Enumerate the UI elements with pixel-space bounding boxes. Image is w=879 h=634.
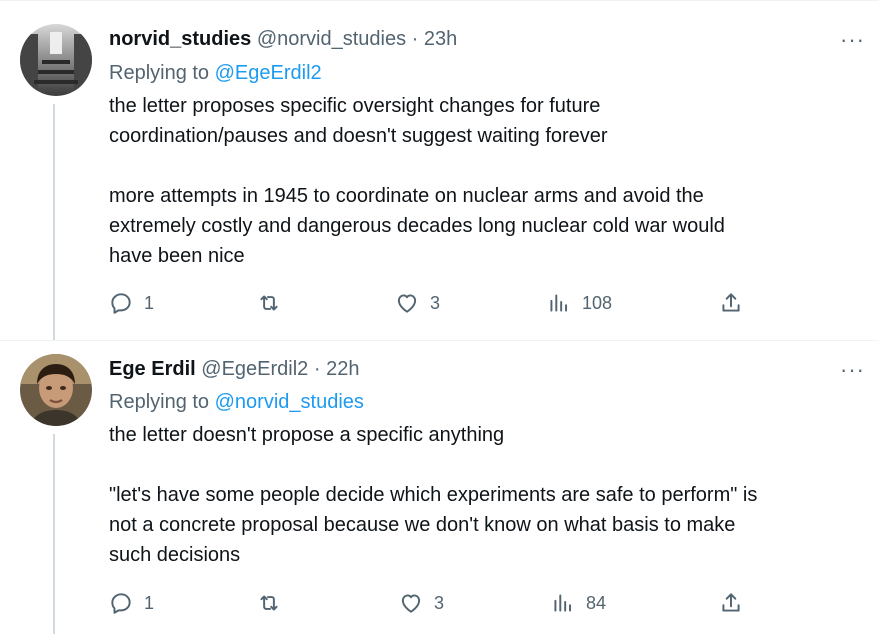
share-icon bbox=[722, 593, 740, 612]
like-count: 3 bbox=[434, 592, 445, 613]
views-icon bbox=[550, 294, 568, 312]
tweet-header: Ege Erdil @EgeErdil2 · 22h bbox=[109, 356, 359, 382]
reply-button[interactable]: 1 bbox=[108, 590, 154, 616]
tweet-line: have been nice bbox=[109, 245, 245, 267]
reply-icon bbox=[111, 593, 131, 614]
display-name[interactable]: norvid_studies bbox=[109, 28, 251, 50]
share-icon bbox=[722, 293, 740, 312]
separator-dot: · bbox=[411, 28, 419, 50]
tweet-line: the letter proposes specific oversight c… bbox=[109, 95, 601, 117]
like-button[interactable]: 3 bbox=[398, 590, 444, 616]
more-icon[interactable]: ··· bbox=[840, 29, 865, 51]
replying-to: Replying to @EgeErdil2 bbox=[109, 60, 322, 86]
tweet-2[interactable]: Ege Erdil @EgeErdil2 · 22h ··· Replying … bbox=[0, 340, 879, 634]
retweet-icon bbox=[260, 595, 278, 611]
timestamp[interactable]: 23h bbox=[424, 28, 457, 50]
display-name[interactable]: Ege Erdil bbox=[109, 358, 196, 380]
tweet-line: such decisions bbox=[109, 544, 241, 566]
share-button[interactable] bbox=[718, 290, 744, 316]
tweet-line: "let's have some people decide which exp… bbox=[109, 484, 758, 506]
like-icon bbox=[397, 294, 417, 313]
like-count: 3 bbox=[430, 292, 441, 313]
replying-to-link[interactable]: @norvid_studies bbox=[215, 391, 364, 413]
retweet-icon bbox=[260, 295, 278, 311]
views-button[interactable]: 84 bbox=[550, 590, 606, 616]
retweet-button[interactable] bbox=[256, 590, 292, 616]
thread-line bbox=[53, 104, 55, 340]
separator-dot: · bbox=[313, 358, 321, 380]
views-count: 108 bbox=[582, 292, 613, 313]
replying-prefix: Replying to bbox=[109, 391, 210, 413]
tweet-line: not a concrete proposal because we don't… bbox=[109, 514, 736, 536]
replying-to-link[interactable]: @EgeErdil2 bbox=[215, 62, 322, 84]
reply-count: 1 bbox=[144, 292, 155, 313]
tweet-line: the letter doesn't propose a specific an… bbox=[109, 424, 505, 446]
share-button[interactable] bbox=[718, 590, 744, 616]
replying-to: Replying to @norvid_studies bbox=[109, 389, 364, 415]
more-icon[interactable]: ··· bbox=[840, 359, 865, 381]
user-handle[interactable]: @norvid_studies bbox=[257, 28, 406, 50]
reply-icon bbox=[111, 293, 131, 314]
tweet-text: the letter proposes specific oversight c… bbox=[109, 91, 725, 271]
tweet-header: norvid_studies @norvid_studies · 23h bbox=[109, 26, 457, 52]
tweet-1[interactable]: norvid_studies @norvid_studies · 23h ···… bbox=[0, 0, 879, 340]
like-icon bbox=[401, 594, 421, 613]
avatar[interactable] bbox=[20, 354, 92, 426]
views-count: 84 bbox=[586, 592, 607, 613]
views-icon bbox=[554, 594, 572, 612]
tweet-line: more attempts in 1945 to coordinate on n… bbox=[109, 185, 704, 207]
reply-button[interactable]: 1 bbox=[108, 290, 154, 316]
tweet-text: the letter doesn't propose a specific an… bbox=[109, 420, 757, 570]
avatar[interactable] bbox=[20, 24, 92, 96]
reply-count: 1 bbox=[144, 592, 155, 613]
user-handle[interactable]: @EgeErdil2 bbox=[201, 358, 308, 380]
tweet-line: extremely costly and dangerous decades l… bbox=[109, 215, 725, 237]
timestamp[interactable]: 22h bbox=[326, 358, 359, 380]
replying-prefix: Replying to bbox=[109, 62, 210, 84]
retweet-button[interactable] bbox=[256, 290, 292, 316]
tweet-line: coordination/pauses and doesn't suggest … bbox=[109, 125, 608, 147]
thread-line bbox=[53, 434, 55, 634]
like-button[interactable]: 3 bbox=[394, 290, 440, 316]
views-button[interactable]: 108 bbox=[546, 290, 612, 316]
